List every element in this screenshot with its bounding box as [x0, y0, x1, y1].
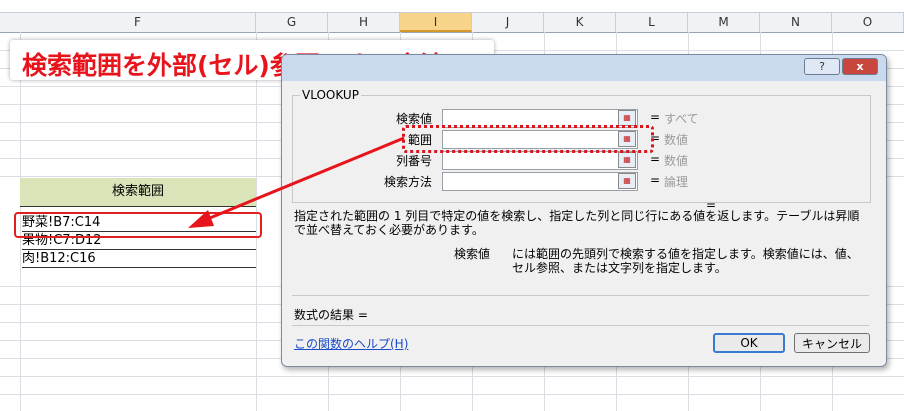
current-arg-name: 検索値	[454, 247, 491, 261]
arg-label-match-type: 検索方法	[383, 175, 432, 189]
ok-button[interactable]: OK	[713, 333, 785, 353]
help-button[interactable]: ?	[804, 58, 840, 75]
arg-input-match-type[interactable]	[442, 172, 638, 191]
function-arguments-dialog: ? x VLOOKUP 検索値 ▦ = すべて 範囲 ▦ = 数値 列番号 ▦ …	[281, 54, 887, 367]
arg-type-col-index: 数値	[664, 154, 689, 168]
column-header-G[interactable]: G	[256, 13, 328, 32]
cancel-button[interactable]: キャンセル	[794, 333, 870, 353]
function-description: 指定された範囲の 1 列目で特定の値を検索し、指定した列と同じ行にある値を返しま…	[294, 209, 860, 237]
highlight-box	[14, 212, 262, 238]
range-highlight-box	[402, 125, 654, 153]
column-header-L[interactable]: L	[616, 13, 688, 32]
grid-line	[0, 394, 904, 395]
column-header-M[interactable]: M	[688, 13, 760, 32]
equals-sign: =	[650, 173, 661, 187]
collapse-dialog-icon[interactable]: ▦	[618, 110, 636, 126]
column-header-K[interactable]: K	[544, 13, 616, 32]
arg-type-lookup-value: すべて	[664, 112, 699, 126]
collapse-dialog-icon[interactable]: ▦	[618, 173, 636, 189]
equals-sign: =	[650, 110, 661, 124]
current-arg-help: には範囲の先頭列で検索する値を指定します。検索値には、値、セル参照、または文字列…	[512, 247, 859, 275]
formula-result: 数式の結果 =	[294, 308, 368, 322]
column-header-J[interactable]: J	[472, 13, 544, 32]
column-header-O[interactable]: O	[832, 13, 904, 32]
column-header-N[interactable]: N	[760, 13, 832, 32]
arg-label-col-index: 列番号	[395, 154, 432, 168]
table-header-cell[interactable]: 検索範囲	[20, 178, 256, 207]
arg-type-range: 数値	[664, 133, 689, 147]
column-header-bar: F G H I J K L M N O	[0, 12, 904, 33]
divider	[292, 295, 869, 296]
close-button[interactable]: x	[842, 58, 878, 75]
column-header-F[interactable]: F	[20, 13, 256, 32]
column-header-I[interactable]: I	[400, 13, 472, 32]
column-header-H[interactable]: H	[328, 13, 400, 32]
function-name: VLOOKUP	[300, 88, 361, 102]
grid-line	[0, 376, 904, 377]
equals-sign: =	[650, 152, 661, 166]
table-cell-range-3[interactable]: 肉!B12:C16	[22, 250, 256, 268]
collapse-dialog-icon[interactable]: ▦	[618, 152, 636, 168]
arg-type-match-type: 論理	[664, 175, 689, 189]
arg-input-col-index[interactable]	[442, 151, 638, 170]
dialog-titlebar: ? x	[282, 55, 886, 81]
function-help-link[interactable]: この関数のヘルプ(H)	[294, 335, 408, 352]
divider	[292, 325, 869, 326]
